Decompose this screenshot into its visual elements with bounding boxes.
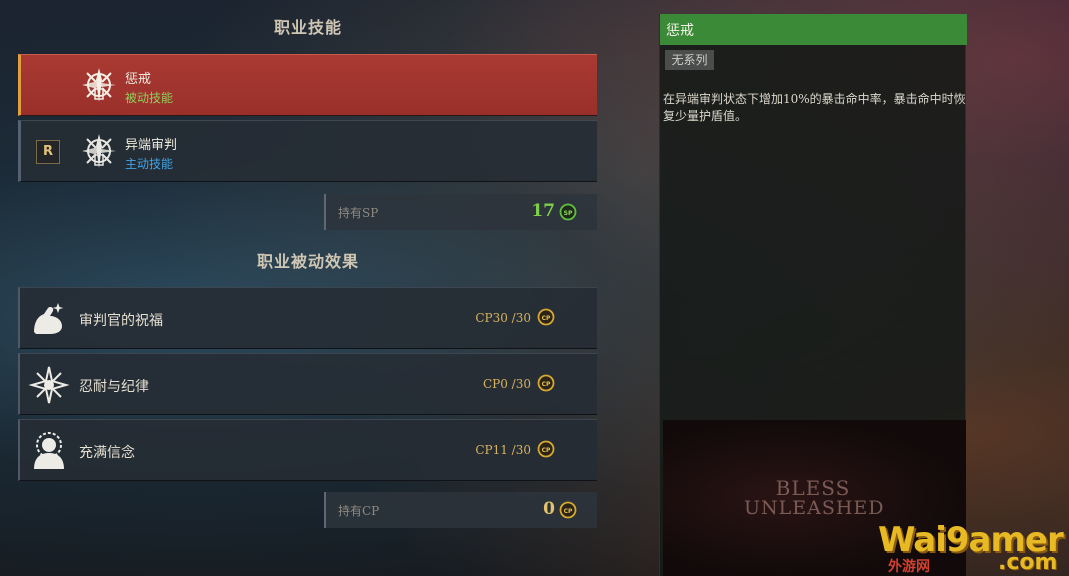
cross-star-icon: [28, 366, 70, 404]
sp-label: 持有SP: [338, 206, 379, 220]
watermark-sub: 外游网: [888, 559, 930, 575]
detail-title: 惩戒: [660, 14, 967, 45]
passive-row-judge-blessing[interactable]: 审判官的祝福 CP30 /30 CP: [18, 287, 597, 349]
cp-coin-text: CP: [564, 508, 573, 515]
job-passives-title: 职业被动效果: [256, 252, 359, 271]
passive-cp: CP0 /30: [482, 377, 531, 391]
job-skills-title: 职业技能: [273, 18, 342, 37]
sword-compass-icon: [82, 134, 116, 168]
passive-row-full-faith[interactable]: 充满信念 CP11 /30 CP: [18, 419, 597, 481]
watermark-suffix: .com: [998, 550, 1058, 575]
skill-row-punishment[interactable]: 惩戒 被动技能: [18, 54, 597, 116]
sp-coin-icon: SP: [559, 203, 577, 221]
detail-description: 在异端审判状态下增加10%的暴击命中率，暴击命中时恢复少量护盾值。: [663, 92, 966, 123]
passive-name: 审判官的祝福: [79, 313, 163, 329]
sword-compass-icon: [82, 68, 116, 102]
cp-coin-icon: CP: [537, 308, 555, 326]
skill-row-heresy-judgment[interactable]: R 异端审判 主动技能: [18, 120, 597, 182]
cp-coin-text: CP: [542, 447, 551, 454]
logo-line2: UNLEASHED: [744, 497, 885, 519]
detail-series-tag: 无系列: [665, 50, 714, 70]
cp-coin-icon: CP: [537, 440, 555, 458]
skill-name: 异端审判: [125, 138, 178, 153]
sp-bar: 持有SP 17 SP: [324, 194, 597, 230]
sp-value: 17: [531, 201, 555, 221]
game-logo: BLESS UNLEASHED: [744, 476, 885, 519]
skill-type: 被动技能: [125, 91, 174, 105]
sp-coin-text: SP: [564, 210, 573, 217]
cp-coin-icon: CP: [559, 501, 577, 519]
passive-cp: CP11 /30: [475, 443, 531, 457]
site-watermark: Wai9amer 外游网 .com: [878, 520, 1068, 576]
cp-label: 持有CP: [338, 504, 380, 518]
skill-name: 惩戒: [125, 72, 152, 87]
passive-name: 忍耐与纪律: [79, 379, 149, 395]
skill-type: 主动技能: [125, 157, 174, 171]
logo-line1: BLESS: [775, 476, 851, 500]
flexed-arm-icon: [34, 303, 64, 334]
passive-cp: CP30 /30: [475, 311, 531, 325]
cp-coin-text: CP: [542, 315, 551, 322]
cp-value: 0: [543, 499, 555, 519]
cp-coin-icon: CP: [537, 374, 555, 392]
cp-bar: 持有CP 0 CP: [324, 492, 597, 528]
haloed-figure-icon: [34, 432, 64, 469]
hotkey-badge: R: [36, 140, 60, 164]
cp-coin-text: CP: [542, 381, 551, 388]
passive-name: 充满信念: [79, 445, 135, 461]
passive-row-endurance-discipline[interactable]: 忍耐与纪律 CP0 /30 CP: [18, 353, 597, 415]
